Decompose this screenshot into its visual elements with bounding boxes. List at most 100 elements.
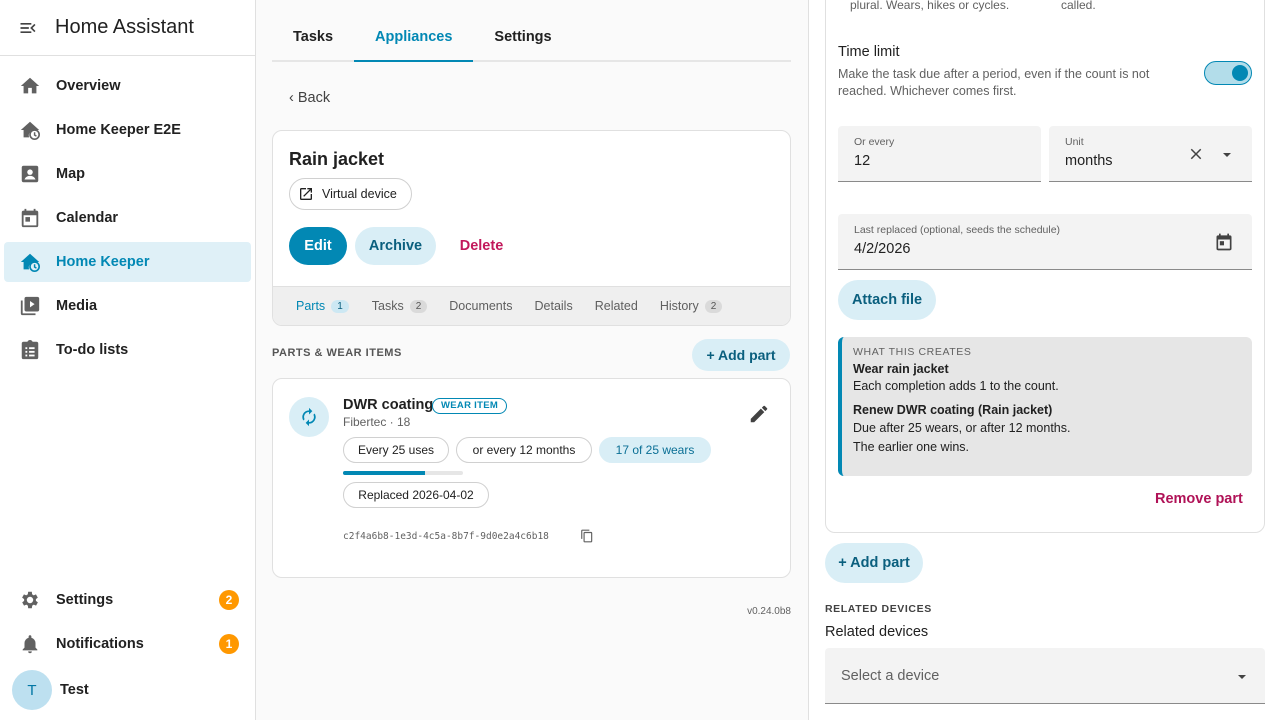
sidebar-item-todo-lists[interactable]: To-do lists: [4, 330, 251, 370]
avatar: T: [12, 670, 52, 710]
sidebar-nav: Overview Home Keeper E2E Map Calendar Ho…: [0, 56, 255, 370]
toggle-knob: [1232, 65, 1248, 81]
wear-progress-bar: [343, 471, 463, 475]
info-task2-line2: The earlier one wins.: [853, 440, 970, 454]
subtab-details[interactable]: Details: [524, 287, 584, 325]
info-task1-text: Each completion adds 1 to the count.: [853, 379, 1059, 393]
sidebar-item-label: Home Keeper: [56, 254, 150, 270]
main-content: Tasks Appliances Settings ‹ Back Rain ja…: [256, 0, 808, 720]
sidebar-item-calendar[interactable]: Calendar: [4, 198, 251, 238]
map-account-icon: [18, 162, 42, 186]
part-uuid: c2f4a6b8-1e3d-4c5a-8b7f-9d0e2a4c6b18: [343, 531, 549, 542]
sidebar-item-settings[interactable]: Settings 2: [4, 578, 251, 622]
clear-icon[interactable]: [1187, 145, 1205, 163]
subtab-count: 1: [331, 299, 349, 313]
subtab-count: 2: [409, 299, 428, 313]
chevron-down-icon[interactable]: [1221, 148, 1233, 160]
refresh-icon: [289, 397, 329, 437]
version-label: v0.24.0b8: [747, 606, 791, 617]
device-title: Rain jacket: [289, 149, 385, 169]
menu-collapse-icon[interactable]: [18, 18, 38, 38]
edit-button[interactable]: Edit: [289, 227, 347, 265]
clipboard-list-icon: [18, 338, 42, 362]
sidebar-item-label: Calendar: [56, 210, 119, 226]
last-replaced-value: 4/2/2026: [854, 241, 911, 257]
sidebar-item-notifications[interactable]: Notifications 1: [4, 622, 251, 666]
interval-months-chip: or every 12 months: [456, 437, 592, 463]
sidebar-header: Home Assistant: [0, 0, 255, 56]
home-icon: [18, 74, 42, 98]
back-link[interactable]: ‹ Back: [289, 90, 330, 106]
delete-button[interactable]: Delete: [444, 227, 519, 265]
sidebar-item-label: Settings: [56, 592, 114, 608]
sidebar-item-user[interactable]: T Test: [4, 666, 251, 714]
virtual-device-chip[interactable]: Virtual device: [289, 178, 412, 210]
sidebar: Home Assistant Overview Home Keeper E2E …: [0, 0, 256, 720]
device-select[interactable]: Select a device: [825, 648, 1265, 704]
home-clock-icon: [18, 118, 42, 142]
sidebar-item-home-keeper-e2e[interactable]: Home Keeper E2E: [4, 110, 251, 150]
part-editor-panel: plural. Wears, hikes or cycles. called. …: [808, 0, 1280, 720]
add-part-button[interactable]: + Add part: [825, 543, 923, 583]
sidebar-item-label: To-do lists: [56, 342, 129, 358]
add-part-button[interactable]: + Add part: [692, 339, 790, 371]
virtual-device-label: Virtual device: [322, 187, 397, 201]
gear-icon: [18, 588, 42, 612]
app-title: Home Assistant: [55, 16, 194, 38]
replaced-chip: Replaced 2026-04-02: [343, 482, 489, 508]
or-every-value: 12: [854, 153, 871, 169]
archive-button[interactable]: Archive: [355, 227, 436, 265]
user-name: Test: [60, 682, 89, 698]
device-card: Rain jacket Virtual device Edit Archive …: [272, 130, 791, 326]
subtab-documents[interactable]: Documents: [438, 287, 523, 325]
notifications-badge: 1: [219, 634, 239, 654]
sidebar-item-home-keeper[interactable]: Home Keeper: [4, 242, 251, 282]
or-every-label: Or every: [854, 136, 895, 148]
subtab-tasks[interactable]: Tasks 2: [361, 287, 439, 325]
time-limit-description: Make the task due after a period, even i…: [838, 67, 1150, 98]
sidebar-item-label: Notifications: [56, 636, 144, 652]
pencil-icon[interactable]: [748, 403, 770, 425]
sidebar-item-overview[interactable]: Overview: [4, 66, 251, 106]
remove-part-button[interactable]: Remove part: [1155, 491, 1243, 507]
copy-icon[interactable]: [580, 529, 594, 543]
part-card: DWR coating WEAR ITEM Fibertec · 18 Ever…: [272, 378, 791, 578]
interval-uses-chip: Every 25 uses: [343, 437, 449, 463]
info-heading: WHAT THIS CREATES: [853, 346, 972, 358]
subtab-label: Related: [594, 299, 638, 313]
what-this-creates-box: WHAT THIS CREATES Wear rain jacket Each …: [838, 337, 1252, 476]
sidebar-bottom: Settings 2 Notifications 1 T Test: [0, 578, 255, 720]
sidebar-item-map[interactable]: Map: [4, 154, 251, 194]
related-devices-label: Related devices: [825, 624, 929, 640]
calendar-icon: [18, 206, 42, 230]
tab-settings[interactable]: Settings: [473, 14, 572, 60]
top-tabs: Tasks Appliances Settings: [272, 14, 791, 62]
time-limit-toggle[interactable]: [1204, 61, 1252, 85]
subtab-label: Details: [534, 299, 573, 313]
chevron-down-icon[interactable]: [1236, 670, 1248, 682]
subtab-history[interactable]: History 2: [649, 287, 733, 325]
sidebar-item-media[interactable]: Media: [4, 286, 251, 326]
tab-appliances[interactable]: Appliances: [354, 14, 474, 62]
device-subtabs: Parts 1 Tasks 2 Documents Details Relate…: [273, 286, 790, 325]
part-subtitle: Fibertec · 18: [343, 415, 411, 429]
sidebar-item-label: Map: [56, 166, 85, 182]
info-task2-title: Renew DWR coating (Rain jacket): [853, 403, 1053, 417]
open-in-new-icon: [298, 186, 314, 202]
parts-section-title: PARTS & WEAR ITEMS: [272, 347, 402, 359]
sidebar-item-label: Home Keeper E2E: [56, 122, 181, 138]
sidebar-item-label: Media: [56, 298, 98, 314]
count-name-helper-text: called.: [1061, 0, 1096, 12]
count-unit-helper-text: plural. Wears, hikes or cycles.: [850, 0, 1010, 12]
calendar-icon[interactable]: [1214, 231, 1234, 253]
attach-file-button[interactable]: Attach file: [838, 280, 936, 320]
subtab-parts[interactable]: Parts 1: [284, 287, 361, 325]
settings-badge: 2: [219, 590, 239, 610]
subtab-related[interactable]: Related: [584, 287, 649, 325]
tab-tasks[interactable]: Tasks: [272, 14, 354, 60]
bell-icon: [18, 632, 42, 656]
media-icon: [18, 294, 42, 318]
last-replaced-field[interactable]: Last replaced (optional, seeds the sched…: [838, 214, 1252, 270]
or-every-field[interactable]: Or every 12: [838, 126, 1041, 182]
unit-select[interactable]: Unit months: [1049, 126, 1252, 182]
